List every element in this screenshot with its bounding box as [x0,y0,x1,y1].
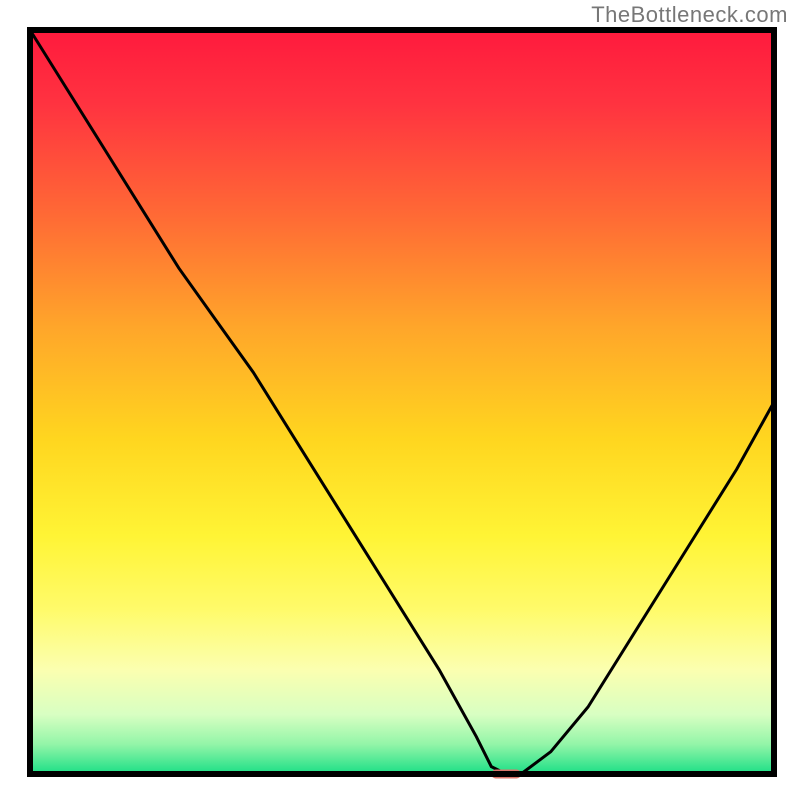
watermark-text: TheBottleneck.com [591,2,788,28]
bottleneck-chart [0,0,800,800]
chart-container: TheBottleneck.com [0,0,800,800]
plot-background [30,30,774,774]
